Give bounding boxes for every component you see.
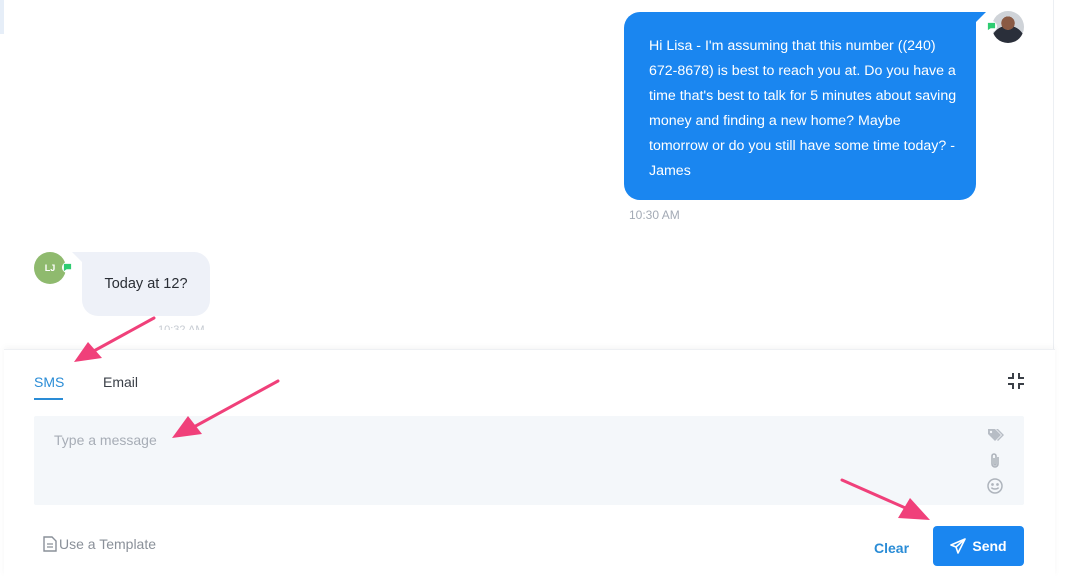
paperclip-icon[interactable] (986, 452, 1004, 470)
active-tab-indicator (34, 398, 63, 400)
scroll-edge (0, 0, 4, 34)
send-label: Send (972, 538, 1007, 554)
sms-badge-icon (986, 21, 997, 32)
tab-email[interactable]: Email (103, 374, 138, 390)
clear-button[interactable]: Clear (874, 540, 909, 556)
emoji-icon[interactable] (986, 477, 1004, 495)
sms-badge-icon (62, 262, 73, 273)
incoming-message-bubble: Today at 12? (82, 252, 210, 316)
message-composer: SMS Email Type a message Use a Template … (4, 349, 1055, 576)
message-box (34, 416, 1024, 505)
collapse-icon[interactable] (1007, 372, 1025, 390)
use-template-label: Use a Template (59, 536, 157, 552)
tab-sms[interactable]: SMS (34, 374, 64, 390)
message-input[interactable] (54, 432, 954, 448)
incoming-message-time: 10:32 AM (158, 324, 205, 330)
conversation-thread: Hi Lisa - I'm assuming that this number … (0, 0, 1054, 350)
send-button[interactable]: Send (933, 526, 1024, 566)
use-template-button[interactable]: Use a Template (43, 536, 156, 552)
outgoing-message-text: Hi Lisa - I'm assuming that this number … (649, 38, 957, 179)
bubble-tail (72, 252, 82, 262)
bubble-tail (976, 12, 986, 22)
divider (1053, 0, 1054, 350)
paper-plane-icon (950, 538, 967, 554)
outgoing-message-time: 10:30 AM (629, 208, 680, 222)
contact-initials: LJ (44, 263, 56, 273)
document-icon (43, 536, 57, 552)
tag-icon[interactable] (986, 426, 1004, 444)
incoming-message-text: Today at 12? (104, 276, 188, 292)
outgoing-message-bubble: Hi Lisa - I'm assuming that this number … (624, 12, 976, 200)
